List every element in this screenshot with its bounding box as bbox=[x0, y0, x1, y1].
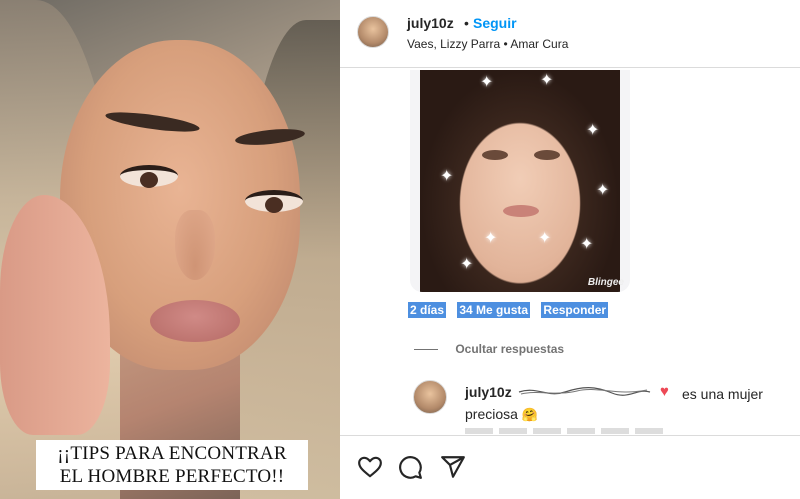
caption-line-2: EL HOMBRE PERFECTO!! bbox=[59, 466, 285, 487]
reply-avatar[interactable] bbox=[413, 380, 447, 414]
comment-image-eye-left bbox=[482, 150, 508, 160]
post-header: july10z • Seguir Vaes, Lizzy Parra • Ama… bbox=[340, 0, 800, 68]
reply-button[interactable]: Responder bbox=[541, 302, 609, 318]
music-credit[interactable]: Vaes, Lizzy Parra • Amar Cura bbox=[407, 37, 568, 51]
video-lips bbox=[150, 300, 240, 342]
sparkle-icon: ✦ bbox=[596, 182, 610, 199]
comment-image-mouth bbox=[503, 205, 539, 217]
header-separator: • bbox=[464, 15, 469, 31]
video-frame[interactable]: ¡¡TIPS PARA ENCONTRAR EL HOMBRE PERFECTO… bbox=[0, 0, 340, 499]
reply-text-line-1: es una mujer bbox=[682, 386, 763, 402]
follow-button[interactable]: Seguir bbox=[473, 15, 517, 31]
comment-image: ✦ ✦ ✦ ✦ ✦ ✦ ✦ ✦ ✦ Blingee bbox=[410, 70, 630, 292]
redacted-scribble bbox=[518, 387, 651, 396]
heart-emoji-icon: ♥ bbox=[660, 383, 669, 400]
post-panel: july10z • Seguir Vaes, Lizzy Parra • Ama… bbox=[340, 0, 800, 499]
video-eye-right bbox=[245, 190, 303, 213]
sparkle-icon: ✦ bbox=[586, 122, 600, 139]
hide-replies-button[interactable]: Ocultar respuestas bbox=[414, 342, 564, 356]
sparkle-icon: ✦ bbox=[540, 72, 554, 89]
hide-replies-label: Ocultar respuestas bbox=[455, 342, 565, 356]
hide-replies-line bbox=[414, 349, 438, 351]
author-username[interactable]: july10z bbox=[407, 15, 454, 31]
reply-text-line-2-wrap: preciosa 🤗 bbox=[465, 404, 538, 425]
hugging-face-emoji-icon: 🤗 bbox=[521, 407, 538, 422]
comment-likes[interactable]: 34 Me gusta bbox=[457, 302, 531, 318]
video-eye-left bbox=[120, 165, 178, 188]
next-line-cutoff bbox=[465, 428, 665, 434]
comment-image-eye-right bbox=[534, 150, 560, 160]
sparkle-icon: ✦ bbox=[538, 230, 552, 247]
sparkle-icon: ✦ bbox=[480, 74, 494, 91]
caption-line-1: ¡¡TIPS PARA ENCONTRAR bbox=[57, 443, 287, 464]
video-nose bbox=[175, 210, 215, 280]
image-watermark: Blingee bbox=[587, 277, 624, 288]
action-bar bbox=[340, 435, 800, 499]
heart-icon[interactable] bbox=[357, 454, 383, 480]
comment-meta: 2 días 34 Me gusta Responder bbox=[408, 302, 616, 318]
sparkle-icon: ✦ bbox=[580, 236, 594, 253]
video-caption: ¡¡TIPS PARA ENCONTRAR EL HOMBRE PERFECTO… bbox=[36, 440, 308, 490]
comment-icon[interactable] bbox=[397, 454, 423, 480]
sparkle-icon: ✦ bbox=[484, 230, 498, 247]
comment-time[interactable]: 2 días bbox=[408, 302, 447, 318]
author-avatar[interactable] bbox=[357, 16, 389, 48]
reply-username[interactable]: july10z bbox=[465, 384, 512, 400]
sparkle-icon: ✦ bbox=[440, 168, 454, 185]
share-icon[interactable] bbox=[440, 454, 466, 480]
sparkle-icon: ✦ bbox=[460, 256, 474, 273]
reply-text-line-2: preciosa bbox=[465, 406, 518, 422]
